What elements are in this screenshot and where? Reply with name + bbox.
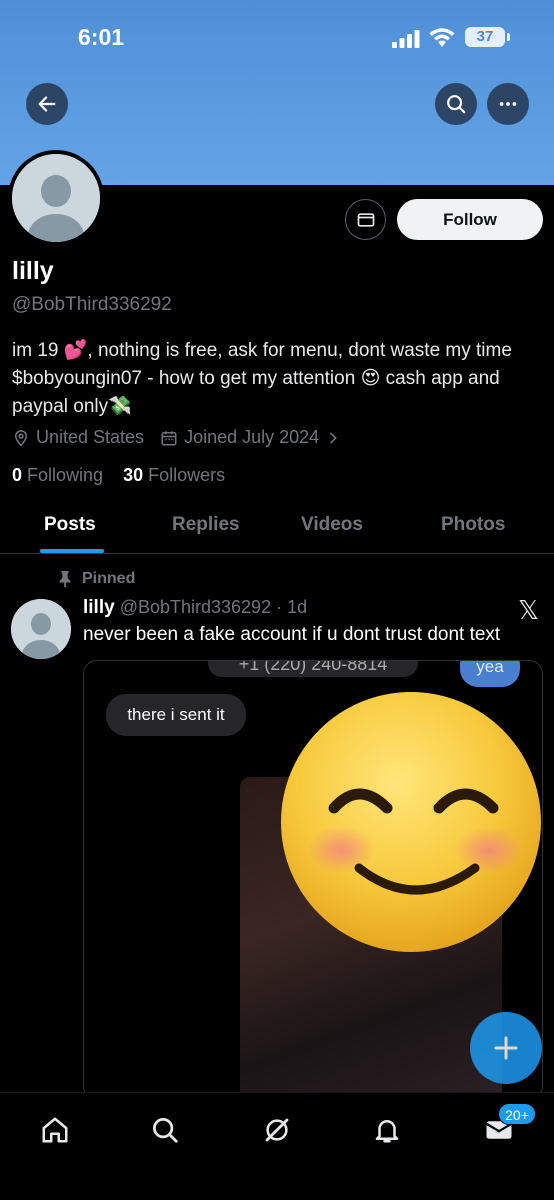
compose-post-button[interactable] — [470, 1012, 542, 1084]
calendar-icon — [161, 430, 177, 445]
wifi-icon — [429, 28, 455, 47]
bell-icon — [375, 1120, 399, 1143]
status-bar: 6:01 37 — [0, 22, 554, 56]
following-label: Following — [27, 465, 104, 485]
profile-meta: United States Joined July 2024 — [12, 427, 363, 448]
location-text: United States — [36, 427, 145, 447]
pin-icon — [59, 571, 71, 587]
location-pin-icon — [14, 429, 28, 447]
follow-stats: 0 Following 30 Followers — [12, 465, 225, 486]
profile-handle: @BobThird336292 — [12, 294, 172, 315]
envelope-icon — [357, 212, 374, 227]
profile-bio: im 19 💕, nothing is free, ask for menu, … — [12, 340, 512, 417]
message-button[interactable] — [345, 199, 386, 240]
pinned-indicator: Pinned — [58, 570, 135, 588]
messages-badge: 20+ — [498, 1103, 536, 1125]
followers-link[interactable]: 30 Followers — [123, 465, 225, 485]
tab-videos[interactable]: Videos — [301, 514, 363, 536]
grok-icon — [265, 1118, 289, 1142]
profile-location: United States — [12, 427, 144, 448]
profile-name: lilly — [12, 257, 54, 285]
bottom-navigation — [0, 1092, 554, 1200]
active-tab-indicator — [40, 549, 104, 553]
arrow-left-icon — [38, 96, 56, 112]
tab-posts[interactable]: Posts — [44, 514, 96, 536]
profile-tabs: Posts Replies Videos Photos — [0, 500, 554, 554]
post-author-avatar[interactable] — [11, 599, 71, 659]
smiling-face-emoji-icon — [281, 692, 541, 952]
default-avatar-icon — [11, 599, 71, 659]
battery-indicator: 37 — [465, 27, 510, 47]
nav-search[interactable] — [148, 1113, 182, 1147]
pinned-label: Pinned — [82, 570, 136, 587]
post-time: · 1d — [276, 597, 308, 617]
post-header: lilly @BobThird336292 · 1d — [83, 597, 307, 619]
tab-photos[interactable]: Photos — [441, 514, 505, 536]
home-icon — [42, 1117, 68, 1143]
cellular-signal-icon — [392, 30, 420, 48]
following-count: 0 — [12, 465, 23, 485]
back-button[interactable] — [26, 83, 68, 125]
more-options-button[interactable] — [487, 83, 529, 125]
media-message-bubble-received: there i sent it — [106, 694, 246, 736]
default-avatar-icon — [12, 154, 100, 242]
profile-joined[interactable]: Joined July 2024 — [160, 427, 347, 448]
nav-notifications[interactable] — [370, 1113, 404, 1147]
followers-label: Followers — [148, 465, 226, 485]
search-icon — [153, 1118, 178, 1143]
plus-icon — [494, 1036, 518, 1060]
follow-button[interactable]: Follow — [397, 199, 543, 240]
nav-home[interactable] — [38, 1113, 72, 1147]
status-time: 6:01 — [78, 24, 125, 50]
post-author-handle[interactable]: @BobThird336292 — [120, 597, 271, 617]
nav-grok[interactable] — [260, 1113, 294, 1147]
followers-count: 30 — [123, 465, 144, 485]
search-icon — [447, 95, 466, 114]
search-button[interactable] — [435, 83, 477, 125]
post-author-name[interactable]: lilly — [83, 597, 115, 618]
following-link[interactable]: 0 Following — [12, 465, 103, 485]
profile-avatar[interactable] — [8, 150, 104, 246]
post-text: never been a fake account if u dont trus… — [83, 624, 501, 645]
tab-replies[interactable]: Replies — [172, 514, 240, 536]
chevron-right-icon — [330, 432, 337, 443]
joined-text: Joined July 2024 — [184, 427, 320, 447]
x-logo-icon: 𝕏 — [518, 595, 539, 625]
media-message-bubble-sent: yea — [460, 661, 520, 687]
media-phone-number: +1 (220) 240-8814 — [208, 661, 418, 677]
more-horizontal-icon — [499, 102, 517, 106]
